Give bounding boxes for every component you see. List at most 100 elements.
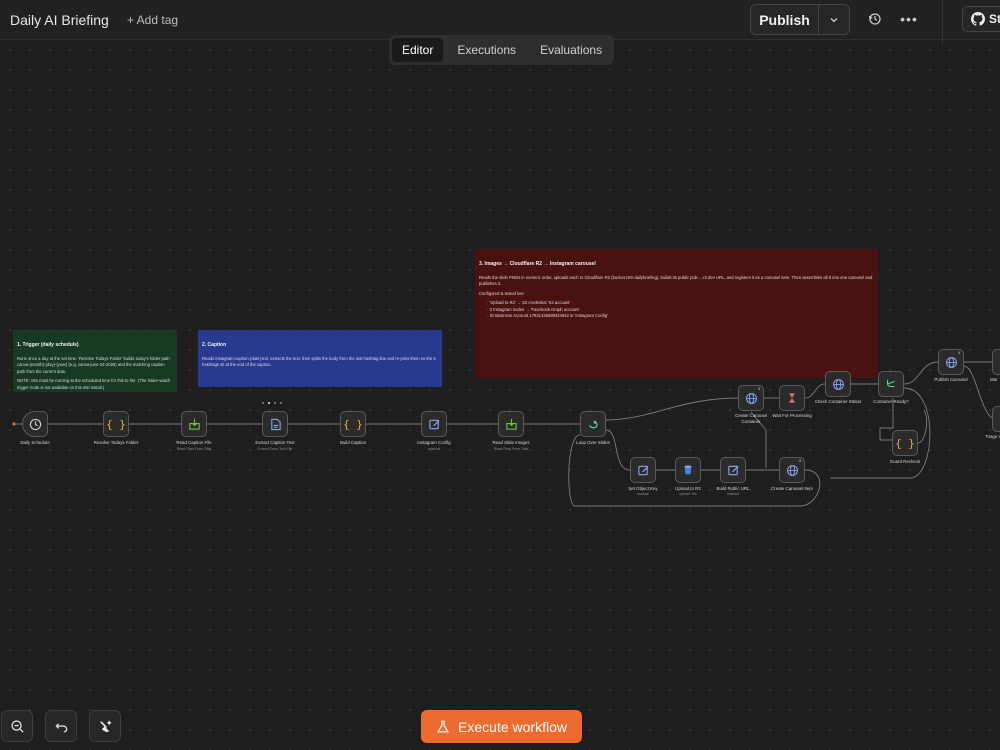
sticky-pager <box>262 402 282 404</box>
list-item: IG Business Account 17841425689324842 in… <box>487 313 874 320</box>
pager-dot <box>274 402 276 404</box>
publish-button-group: Publish <box>750 4 850 35</box>
code-braces-icon: { } <box>895 436 915 450</box>
sticky-body: Reads instagram-caption-{date}.md, extra… <box>202 355 436 368</box>
if-branch-icon <box>887 379 895 388</box>
node-label: Daily Schedule <box>20 440 50 445</box>
node-read-caption-file[interactable] <box>181 411 207 437</box>
pager-dot <box>262 402 264 404</box>
node-build-public-url[interactable] <box>720 457 746 483</box>
node-loop-over-slides[interactable] <box>580 411 606 437</box>
node-resolve-todays-folder[interactable]: { } <box>103 411 129 437</box>
pager-dot <box>280 402 282 404</box>
hourglass-icon <box>789 393 795 403</box>
zoom-out-button[interactable] <box>1 710 33 742</box>
ellipsis-icon: ••• <box>900 11 918 27</box>
edit-icon <box>727 465 739 475</box>
tab-executions[interactable]: Executions <box>447 38 526 62</box>
sticky-configured: Configured & tested live: <box>479 290 525 296</box>
node-container-ready[interactable] <box>878 371 904 397</box>
sticky-title: 2. Caption <box>202 342 227 348</box>
node-mark-partial[interactable] <box>992 349 1000 375</box>
publish-dropdown-button[interactable] <box>819 5 849 34</box>
clock-icon <box>29 418 41 430</box>
node-wait-for-processing[interactable] <box>779 385 805 411</box>
node-label: Build Caption <box>339 440 367 445</box>
loop-icon <box>588 419 598 428</box>
run-count-badge: 0 <box>799 458 802 463</box>
sticky-title: 3. Images → Cloudflare R2 → Instagram ca… <box>479 261 596 267</box>
node-guard-recheck[interactable]: { } <box>892 430 918 456</box>
chevron-down-icon <box>830 17 838 22</box>
node-label: Triage I <box>985 434 1000 439</box>
node-subtitle: Read Files From Disk <box>176 447 212 451</box>
node-label: Read Slide Images <box>492 440 530 445</box>
extract-file-icon <box>270 418 281 430</box>
sticky-note-caption[interactable]: 2. Caption Reads instagram-caption-{date… <box>198 330 442 387</box>
node-extract-caption-text[interactable] <box>262 411 288 437</box>
globe-icon <box>786 464 798 476</box>
node-triage-partial[interactable] <box>992 406 1000 432</box>
workflow-title[interactable]: Daily AI Briefing <box>10 12 109 28</box>
sticky-body: Reads the slide PNGs in numeric order, u… <box>479 274 873 287</box>
sticky-list: 'Upload to R2' → S3 credential 'S3 accou… <box>479 300 874 320</box>
read-file-icon <box>188 418 200 430</box>
node-instagram-config[interactable] <box>421 411 447 437</box>
node-label: Extract Caption Text <box>255 440 295 445</box>
github-star-button[interactable]: St <box>962 6 1000 32</box>
tab-evaluations[interactable]: Evaluations <box>530 38 612 62</box>
node-label: Resolve Todays Folder <box>93 440 139 445</box>
node-upload-to-r2[interactable] <box>675 457 701 483</box>
node-set-object-key[interactable] <box>630 457 656 483</box>
node-build-caption[interactable]: { } <box>340 411 366 437</box>
node-label: Guard Recheck <box>889 459 921 464</box>
undo-button[interactable] <box>45 710 77 742</box>
tab-editor[interactable]: Editor <box>392 38 444 62</box>
node-label: Publish Carousel <box>934 377 968 382</box>
tidy-up-button[interactable] <box>89 710 121 742</box>
node-read-slide-images[interactable] <box>498 411 524 437</box>
code-braces-icon: { } <box>106 417 126 431</box>
sticky-body: Runs once a day at the set time. 'Resolv… <box>17 355 170 374</box>
github-star-label: St <box>989 12 1000 26</box>
run-count-badge: 3 <box>758 386 761 391</box>
run-count-badge: 4 <box>958 350 961 355</box>
read-file-icon <box>505 418 517 430</box>
s3-bucket-icon <box>684 465 692 475</box>
history-icon <box>868 13 881 25</box>
zoom-out-icon <box>10 719 24 733</box>
sticky-note-trigger[interactable]: 1. Trigger (daily schedule) Runs once a … <box>13 330 177 392</box>
flask-icon <box>437 720 449 732</box>
execute-workflow-label: Execute workflow <box>458 718 567 735</box>
top-header: Daily AI Briefing + Add tag Publish ••• … <box>0 0 1000 45</box>
history-button[interactable] <box>864 8 886 30</box>
node-subtitle: manual <box>727 492 739 496</box>
node-check-container-status[interactable] <box>825 371 851 397</box>
edit-icon <box>428 419 440 429</box>
globe-icon <box>745 392 757 404</box>
sticky-title: 1. Trigger (daily schedule) <box>17 342 79 348</box>
pager-dot <box>268 402 270 404</box>
publish-button[interactable]: Publish <box>751 5 819 34</box>
node-label: Loop Over Slides <box>576 440 610 445</box>
node-subtitle: Extract From Text File <box>257 447 293 451</box>
add-tag-button[interactable]: + Add tag <box>127 13 178 27</box>
more-options-button[interactable]: ••• <box>898 8 920 30</box>
node-subtitle: Read Files From Disk <box>493 447 529 451</box>
execute-workflow-button[interactable]: Execute workflow <box>421 710 582 743</box>
node-label: Create Carousel Item <box>771 486 813 491</box>
node-label: Container Ready? <box>873 399 909 404</box>
node-label: Read Caption File <box>176 440 212 445</box>
edit-icon <box>637 465 649 475</box>
node-label: Instagram Config <box>417 440 451 445</box>
undo-icon <box>54 722 67 732</box>
view-tabs: Editor Executions Evaluations <box>389 35 614 65</box>
code-braces-icon: { } <box>343 417 363 431</box>
sticky-note-images[interactable]: 3. Images → Cloudflare R2 → Instagram ca… <box>475 249 878 378</box>
node-label: Mar <box>990 377 998 382</box>
github-icon <box>971 12 985 26</box>
node-label: Wait For Processing <box>772 413 812 418</box>
node-daily-schedule[interactable] <box>22 411 48 437</box>
header-divider <box>942 0 943 45</box>
broom-icon <box>99 719 112 732</box>
